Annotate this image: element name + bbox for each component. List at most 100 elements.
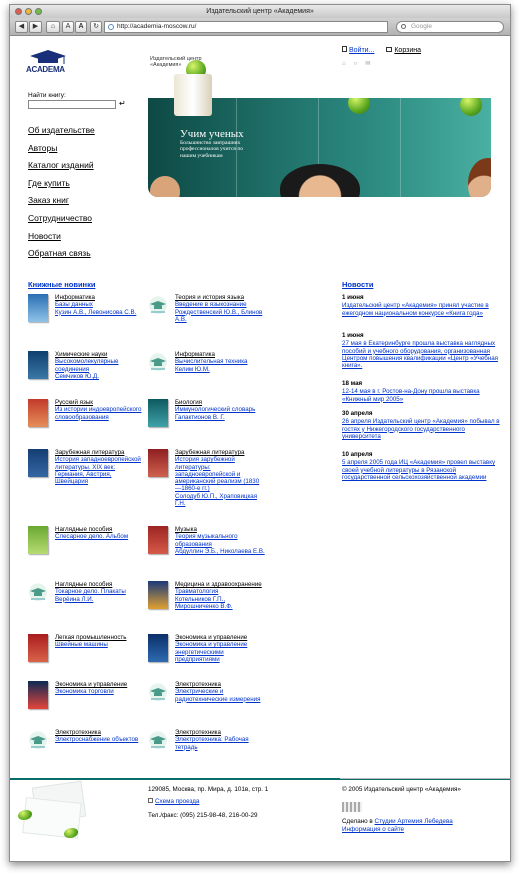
book-title-link[interactable]: Электроснабжение объектов	[55, 736, 145, 743]
nav-authors[interactable]: Авторы	[28, 140, 95, 158]
home-small-icon[interactable]: ⌂	[342, 61, 354, 67]
close-window-button[interactable]	[15, 8, 22, 15]
book-placeholder-icon[interactable]	[148, 294, 168, 322]
book-category-link[interactable]: Медицина и здравоохранение	[175, 581, 265, 588]
book-cover[interactable]	[28, 526, 48, 554]
book-cover[interactable]	[28, 351, 48, 379]
book-author-link[interactable]: Галактионов В. Г.	[175, 414, 265, 421]
reload-icon[interactable]: ↻	[90, 21, 102, 33]
forward-icon[interactable]: ▶	[29, 21, 42, 33]
back-icon[interactable]: ◀	[15, 21, 28, 33]
book-title-link[interactable]: Иммунологический словарь	[175, 406, 265, 413]
home-icon[interactable]: ⌂	[46, 21, 60, 33]
book-placeholder-icon[interactable]	[28, 729, 48, 757]
font-larger-button[interactable]: A	[75, 21, 87, 33]
new-books-heading[interactable]: Книжные новинки	[28, 280, 95, 289]
book-title-link[interactable]: Теория музыкального образования	[175, 533, 265, 548]
book-category-link[interactable]: Теория и история языка	[175, 294, 265, 301]
book-author-link[interactable]: Абдуллин Э.Б., Николаева Е.В.	[175, 548, 265, 555]
book-category-link[interactable]: Экономика и управление	[55, 681, 145, 688]
minimize-window-button[interactable]	[25, 8, 32, 15]
book-category-link[interactable]: Зарубежная литература	[55, 449, 145, 456]
nav-where-to-buy[interactable]: Где купить	[28, 175, 95, 193]
book-title-link[interactable]: История зарубежной литературы: западноев…	[175, 456, 265, 492]
news-link[interactable]: 26 апреля Издательский центр «Академия» …	[342, 418, 500, 440]
book-title-link[interactable]: Токарное дело. Плакаты	[55, 588, 145, 595]
academia-logo[interactable]: ACADEMA	[26, 48, 72, 76]
map-link[interactable]: Схема проезда	[155, 798, 199, 805]
book-placeholder-icon[interactable]	[148, 729, 168, 757]
book-title-link[interactable]: Из истории индоевропейского словообразов…	[55, 406, 145, 421]
book-category-link[interactable]: Информатика	[55, 294, 145, 301]
site-info-link[interactable]: Информация о сайте	[342, 826, 404, 833]
studio-link[interactable]: Студии Артемия Лебедева	[375, 818, 453, 825]
book-cover[interactable]	[28, 449, 48, 477]
book-category-link[interactable]: Музыка	[175, 526, 265, 533]
search-submit-button[interactable]: ↵	[119, 99, 126, 108]
nav-order[interactable]: Заказ книг	[28, 192, 95, 210]
book-author-link[interactable]: Котельников Г.П., Мирошниченко В.Ф.	[175, 596, 265, 611]
news-heading-link[interactable]: Новости	[342, 280, 373, 289]
book-title-link[interactable]: Электротехника: Рабочая тетрадь	[175, 736, 265, 751]
book-placeholder-icon[interactable]	[28, 581, 48, 609]
browser-search-input[interactable]: Google	[396, 21, 504, 33]
new-books-heading-link[interactable]: Книжные новинки	[28, 280, 95, 289]
book-title-link[interactable]: Введение в языкознание	[175, 301, 265, 308]
nav-about[interactable]: Об издательстве	[28, 122, 95, 140]
book-title-link[interactable]: Электрические и радиотехнические измерен…	[175, 688, 265, 703]
search-small-icon[interactable]: ○	[354, 61, 366, 67]
book-title-link[interactable]: Высокомолекулярные соединения	[55, 358, 145, 373]
book-placeholder-icon[interactable]	[148, 351, 168, 379]
book-category-link[interactable]: Электротехника	[55, 729, 145, 736]
book-category-link[interactable]: Легкая промышленность	[55, 634, 145, 641]
book-category-link[interactable]: Биология	[175, 399, 265, 406]
book-category-link[interactable]: Информатика	[175, 351, 265, 358]
news-link[interactable]: Издательский центр «Академия» принял уча…	[342, 302, 489, 316]
mail-icon[interactable]: ✉	[365, 61, 378, 67]
book-title-link[interactable]: Базы данных	[55, 301, 145, 308]
book-search-input[interactable]	[28, 100, 116, 109]
book-category-link[interactable]: Электротехника	[175, 681, 265, 688]
book-title-link[interactable]: Экономика торговли	[55, 688, 145, 695]
book-title-link[interactable]: Швейные машины	[55, 641, 145, 648]
book-cover[interactable]	[148, 581, 168, 609]
news-link[interactable]: 12-14 мая в г. Ростов-на-Дону прошла выс…	[342, 388, 480, 402]
book-category-link[interactable]: Наглядные пособия	[55, 526, 145, 533]
nav-news[interactable]: Новости	[28, 228, 95, 246]
studio-logo[interactable]	[342, 802, 362, 812]
book-category-link[interactable]: Зарубежная литература	[175, 449, 265, 456]
news-link[interactable]: 5 апреля 2005 года ИЦ «Академия» провел …	[342, 459, 495, 481]
book-author-link[interactable]: Солодуб Ю.П., Храповицкая Г.Н.	[175, 493, 265, 508]
nav-cooperation[interactable]: Сотрудничество	[28, 210, 95, 228]
address-bar[interactable]: http://academia-moscow.ru/	[104, 21, 388, 33]
book-author-link[interactable]: Кузин А.В., Левонисова С.В.	[55, 309, 145, 316]
font-smaller-button[interactable]: A	[62, 21, 74, 33]
zoom-window-button[interactable]	[35, 8, 42, 15]
book-author-link[interactable]: Келим Ю.М.	[175, 366, 265, 373]
book-cover[interactable]	[28, 294, 48, 322]
book-author-link[interactable]: Рождественский Ю.В., Блинов А.В.	[175, 309, 265, 324]
book-title-link[interactable]: Вычислительная техника	[175, 358, 265, 365]
book-cover[interactable]	[148, 449, 168, 477]
news-heading[interactable]: Новости	[342, 280, 373, 289]
book-category-link[interactable]: Химические науки	[55, 351, 145, 358]
nav-feedback[interactable]: Обратная связь	[28, 245, 95, 263]
news-link[interactable]: 27 мая в Екатеринбурге прошла выставка н…	[342, 340, 498, 369]
book-category-link[interactable]: Электротехника	[175, 729, 265, 736]
book-cover[interactable]	[148, 634, 168, 662]
book-title-link[interactable]: Слесарное дело. Альбом	[55, 533, 145, 540]
book-cover[interactable]	[28, 681, 48, 709]
login-link[interactable]: Войти...	[349, 47, 374, 54]
book-author-link[interactable]: Семчиков Ю.Д.	[55, 373, 145, 380]
cart-link[interactable]: Корзина	[394, 47, 421, 54]
book-placeholder-icon[interactable]	[148, 681, 168, 709]
book-title-link[interactable]: Травматология	[175, 588, 265, 595]
book-title-link[interactable]: История западноевропейской литературы. X…	[55, 456, 145, 485]
book-category-link[interactable]: Наглядные пособия	[55, 581, 145, 588]
nav-catalog[interactable]: Каталог изданий	[28, 157, 95, 175]
book-category-link[interactable]: Экономика и управление	[175, 634, 265, 641]
book-cover[interactable]	[28, 399, 48, 427]
book-category-link[interactable]: Русский язык	[55, 399, 145, 406]
book-cover[interactable]	[148, 399, 168, 427]
book-author-link[interactable]: Верёина Л.И.	[55, 596, 145, 603]
